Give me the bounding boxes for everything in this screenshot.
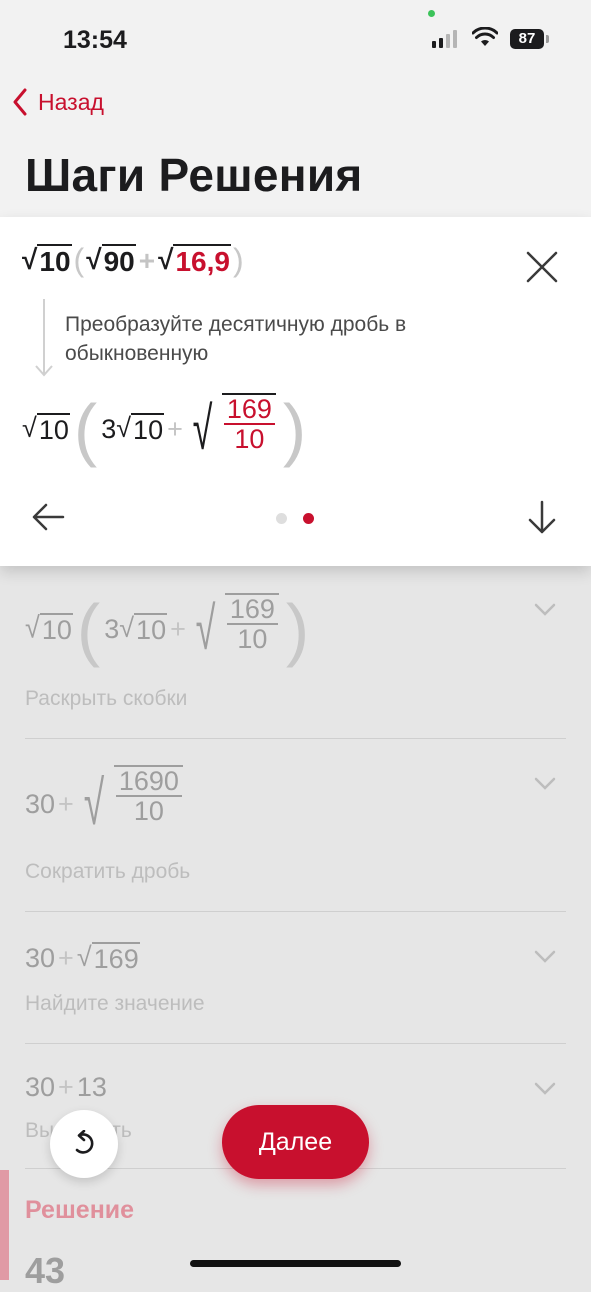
status-time: 13:54 [63, 26, 127, 54]
header-area: 13:54 87 Назад Шаги Решения [0, 0, 591, 217]
sqrt: √ 169 [76, 942, 140, 974]
undo-button[interactable] [50, 1110, 118, 1178]
step-expression: 30 + √ 1690 10 [25, 765, 186, 843]
sqrt-highlighted: √ 16,9 [158, 243, 231, 277]
page-title: Шаги Решения [25, 149, 363, 201]
chevron-down-icon [534, 950, 556, 963]
divider [25, 738, 566, 739]
sqrt: √ 169 10 [186, 393, 279, 465]
divider [25, 911, 566, 912]
divider [25, 1043, 566, 1044]
back-button[interactable]: Назад [12, 88, 104, 116]
chevron-left-icon [13, 88, 27, 116]
sqrt: √ 10 [25, 610, 73, 645]
privacy-indicator [428, 10, 435, 17]
original-expression: √ 10 ( √ 90 + √ 16,9 ) [22, 242, 244, 278]
step-row[interactable]: √ 10 ( 3 √ 10 + √ 169 10 ) Раскрыть скобки [25, 583, 566, 733]
chevron-down-icon [534, 603, 556, 616]
chevron-down-icon [534, 777, 556, 790]
chevron-down-icon [534, 1082, 556, 1095]
battery-icon: 87 [510, 29, 544, 49]
step-caption: Найдите значение [25, 992, 205, 1015]
wifi-icon [472, 27, 498, 46]
solution-value: 43 [25, 1250, 66, 1291]
close-icon[interactable] [524, 249, 560, 285]
sqrt: √ 10 [119, 612, 168, 645]
sqrt: √ 10 [22, 412, 70, 445]
step-expression: 30 + 13 [25, 1072, 107, 1102]
step-expression: √ 10 ( 3 √ 10 + √ 169 10 ) [25, 590, 310, 668]
step-hint: Преобразуйте десятичную дробь в обыкнове… [65, 313, 407, 365]
step-caption: Сократить дробь [25, 860, 191, 883]
pager-dot-active[interactable] [303, 513, 314, 524]
step-caption: Раскрыть скобки [25, 687, 188, 710]
step-detail-card: √ 10 ( √ 90 + √ 16,9 ) Преобразуйте десятич… [0, 217, 591, 566]
sqrt: √ 1690 10 [77, 765, 186, 843]
pager-dot[interactable] [276, 513, 287, 524]
battery-tip [546, 35, 549, 43]
coefficient: 3 [101, 413, 117, 444]
next-button[interactable]: Далее [222, 1105, 369, 1179]
solution-label: Решение [25, 1196, 135, 1224]
arrow-down-icon[interactable] [525, 499, 559, 535]
coefficient: 3 [104, 613, 120, 644]
step-pager [276, 513, 314, 524]
solution-accent-bar [0, 1170, 9, 1280]
result-expression: √ 10 ( 3 √ 10 + √ 169 10 ) [22, 390, 307, 468]
undo-icon [75, 1130, 94, 1154]
step-row[interactable]: 30 + √ 1690 10 Сократить дробь [25, 757, 566, 907]
sqrt: √ 169 10 [189, 593, 282, 665]
sqrt: √ 90 [86, 243, 136, 277]
step-expression: 30 + √ 169 [25, 942, 140, 974]
sqrt: √ 10 [116, 412, 165, 445]
back-label: Назад [38, 88, 104, 115]
signal-icon [432, 30, 457, 48]
arrow-down-icon [35, 365, 53, 377]
sqrt: √ 10 [22, 243, 72, 277]
step-row[interactable]: 30 + √ 169 Найдите значение [25, 930, 566, 1040]
arrow-left-icon[interactable] [30, 502, 66, 532]
home-indicator[interactable] [190, 1260, 401, 1267]
